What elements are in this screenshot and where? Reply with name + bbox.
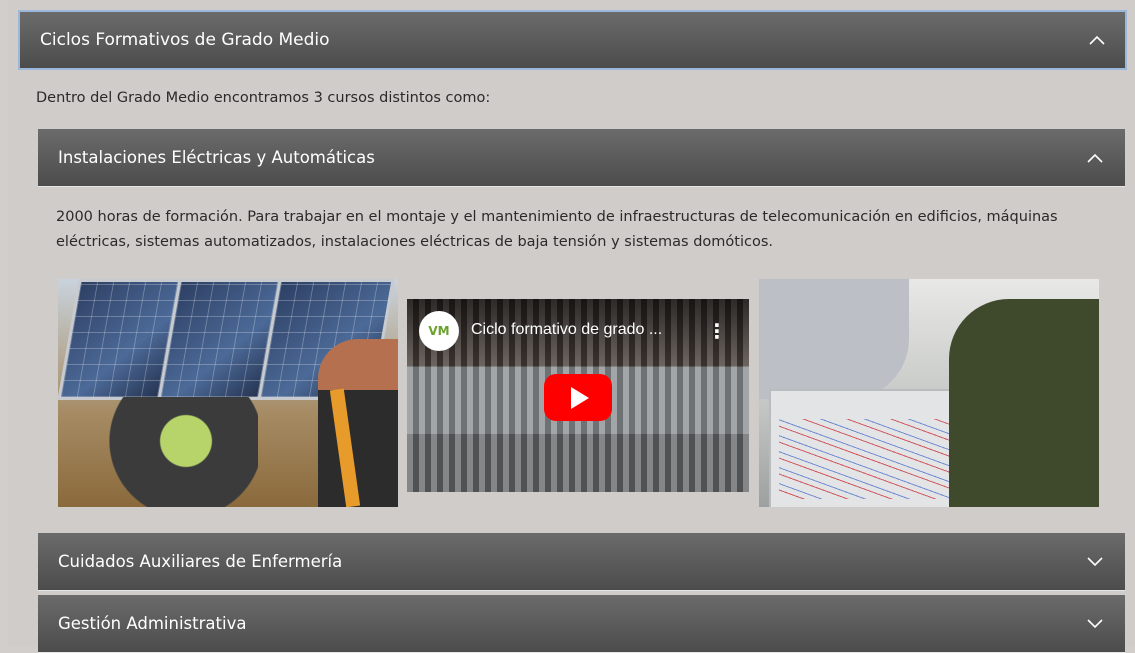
accordion-header-gestion[interactable]: Gestión Administrativa xyxy=(38,595,1125,653)
play-button[interactable] xyxy=(544,374,612,421)
chevron-down-icon[interactable] xyxy=(1087,616,1103,632)
accordion-header-grado-medio[interactable]: Ciclos Formativos de Grado Medio xyxy=(18,10,1127,70)
chevron-up-icon[interactable] xyxy=(1089,32,1105,48)
accordion-title: Ciclos Formativos de Grado Medio xyxy=(40,30,330,50)
youtube-video-embed[interactable]: VM Ciclo formativo de grado ... ⋮ xyxy=(407,299,749,492)
play-icon xyxy=(571,386,589,409)
video-title[interactable]: Ciclo formativo de grado ... xyxy=(471,321,662,339)
chevron-down-icon[interactable] xyxy=(1087,554,1103,570)
course-description: 2000 horas de formación. Para trabajar e… xyxy=(56,209,1058,250)
electrical-workshop-image xyxy=(759,279,1099,507)
channel-logo[interactable]: VM xyxy=(419,311,459,351)
accordion-container: Ciclos Formativos de Grado Medio Dentro … xyxy=(8,0,1135,653)
course-title: Gestión Administrativa xyxy=(58,614,247,633)
solar-panel-installation-image xyxy=(58,279,398,507)
accordion-header-instalaciones[interactable]: Instalaciones Eléctricas y Automáticas xyxy=(38,129,1125,187)
intro-text: Dentro del Grado Medio encontramos 3 cur… xyxy=(36,90,491,106)
more-options-icon[interactable]: ⋮ xyxy=(707,319,727,343)
chevron-up-icon[interactable] xyxy=(1087,150,1103,166)
accordion-header-cuidados[interactable]: Cuidados Auxiliares de Enfermería xyxy=(38,533,1125,591)
course-title: Instalaciones Eléctricas y Automáticas xyxy=(58,148,375,167)
course-title: Cuidados Auxiliares de Enfermería xyxy=(58,552,343,571)
